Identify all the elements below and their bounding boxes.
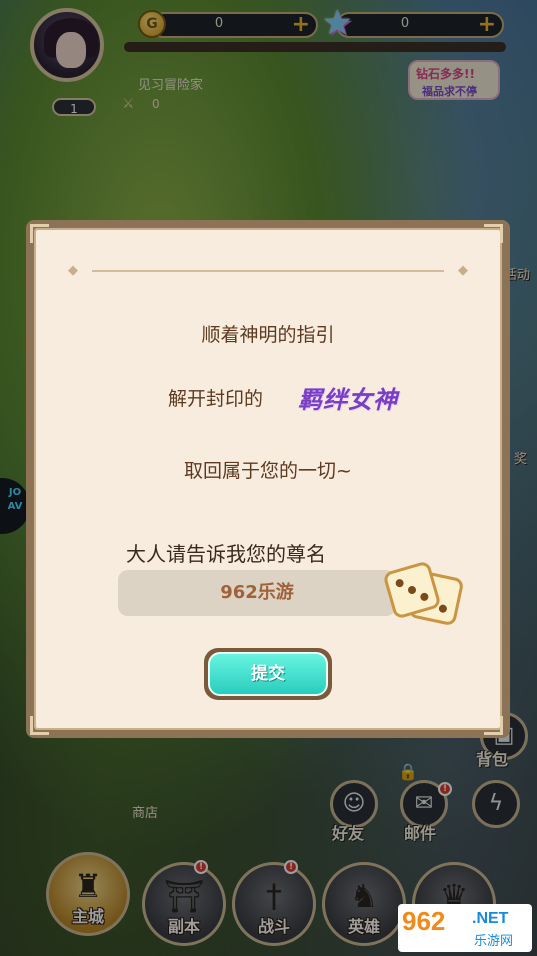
pip	[438, 603, 448, 614]
corner-ornament	[484, 716, 503, 735]
pip	[419, 591, 430, 602]
corner-ornament	[484, 224, 503, 243]
pip	[394, 578, 405, 589]
name-prompt: 大人请告诉我您的尊名	[126, 542, 326, 566]
watermark-name: 乐游网	[474, 934, 514, 949]
watermark-number: 962	[402, 906, 446, 936]
player-name-input[interactable]	[118, 570, 396, 616]
dialog-line-1: 顺着神明的指引	[201, 324, 335, 346]
submit-button[interactable]: 提交	[208, 652, 328, 696]
dialog-line-3: 取回属于您的一切~	[184, 460, 352, 482]
divider-line	[92, 270, 444, 272]
divider-tip-left: ◆	[68, 263, 78, 278]
dialog-line-2-prefix: 解开封印的	[168, 388, 264, 410]
goddess-name: 羁绊女神	[298, 386, 398, 414]
divider-tip-right: ◆	[458, 263, 468, 278]
site-watermark: 962 .NET 乐游网	[398, 904, 532, 952]
pip	[407, 585, 417, 595]
dialog-divider: ◆ ◆	[68, 263, 468, 278]
corner-ornament	[30, 224, 49, 243]
watermark-domain: .NET	[472, 910, 509, 927]
corner-ornament	[30, 716, 49, 735]
